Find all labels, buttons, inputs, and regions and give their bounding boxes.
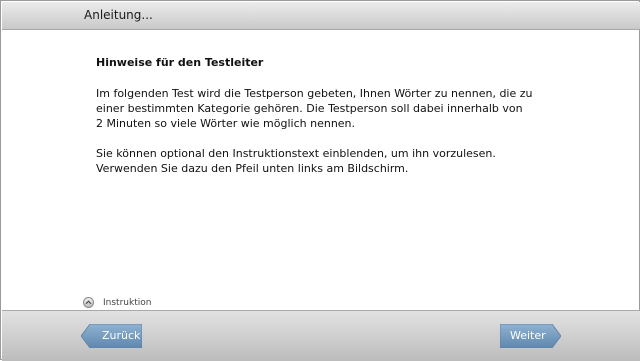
instructions-heading: Hinweise für den Testleiter xyxy=(96,56,264,69)
back-button-label: Zurück xyxy=(102,329,141,342)
next-button[interactable]: Weiter xyxy=(500,324,561,348)
paragraph-line: Verwenden Sie dazu den Pfeil unten links… xyxy=(96,162,409,175)
chevron-up-icon[interactable] xyxy=(83,297,94,308)
paragraph-line: Sie können optional den Instruktionstext… xyxy=(96,147,496,160)
instructions-panel: Hinweise für den Testleiter Im folgenden… xyxy=(96,55,556,176)
back-button[interactable]: Zurück xyxy=(81,324,142,348)
paragraph-line: einer bestimmten Kategorie gehören. Die … xyxy=(96,102,523,115)
paragraph-line: Im folgenden Test wird die Testperson ge… xyxy=(96,87,533,100)
window-title: Anleitung... xyxy=(84,8,153,22)
instruction-toggle-label: Instruktion xyxy=(103,297,152,308)
title-bar: Anleitung... xyxy=(2,2,640,30)
next-button-label: Weiter xyxy=(510,329,546,342)
instructions-paragraph-1: Im folgenden Test wird die Testperson ge… xyxy=(96,86,556,131)
instructions-paragraph-2: Sie können optional den Instruktionstext… xyxy=(96,146,556,176)
app-window: Anleitung... Hinweise für den Testleiter… xyxy=(0,0,640,361)
paragraph-line: 2 Minuten so viele Wörter wie möglich ne… xyxy=(96,117,356,130)
instruction-toggle[interactable]: Instruktion xyxy=(83,296,151,309)
navigation-bar: Zurück Weiter xyxy=(2,310,640,361)
